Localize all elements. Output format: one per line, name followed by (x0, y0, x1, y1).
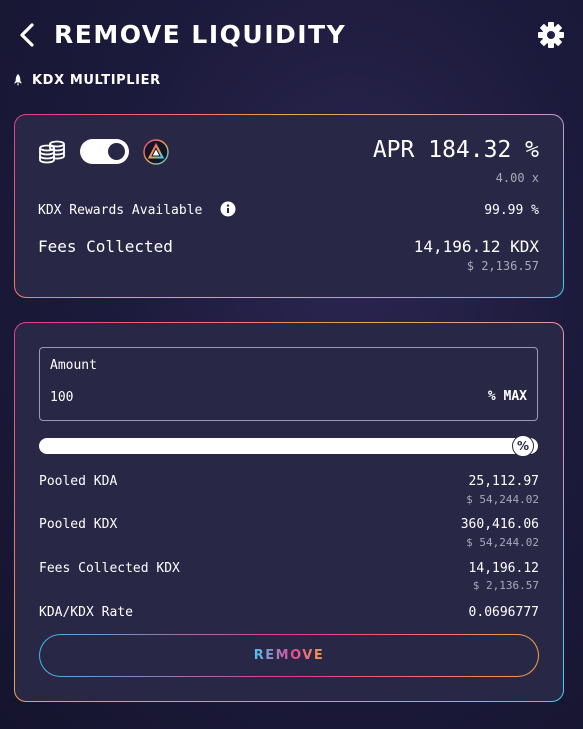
max-button[interactable]: % MAX (488, 389, 527, 404)
pooled-kda-label: Pooled KDA (39, 474, 118, 489)
pooled-kda-value: 25,112.97 (468, 474, 539, 489)
fees-collected-kdx-usd: $ 2,136.57 (472, 579, 539, 592)
rewards-available-value: 99.99 % (484, 203, 539, 218)
fees-collected-kdx-label: Fees Collected KDX (39, 561, 180, 576)
gear-icon (538, 22, 564, 48)
back-button[interactable] (14, 22, 40, 48)
multiplier-toggle[interactable] (80, 139, 129, 164)
page-title: REMOVE LIQUIDITY (54, 20, 347, 49)
amount-slider[interactable]: % (39, 435, 538, 457)
remove-button[interactable]: REMOVE (39, 634, 539, 677)
fees-collected-kdx-value: 14,196.12 (468, 561, 539, 576)
fees-collected-value: 14,196.12 KDX (413, 237, 539, 256)
info-icon[interactable] (220, 201, 236, 217)
remove-button-label: REMOVE (253, 648, 325, 663)
slider-thumb[interactable]: % (512, 435, 534, 457)
rewards-card: APR 184.32 % 4.00 x KDX Rewards Availabl… (14, 114, 564, 298)
rate-value: 0.0696777 (468, 605, 539, 620)
toggle-knob (108, 143, 125, 160)
pooled-kdx-value: 360,416.06 (460, 517, 539, 532)
fees-collected-usd: $ 2,136.57 (466, 259, 539, 273)
amount-label: Amount (50, 358, 97, 373)
apr-value: APR 184.32 % (372, 137, 539, 163)
multiplier-subheader: KDX MULTIPLIER (12, 70, 161, 90)
rocket-icon (14, 74, 22, 86)
back-chevron-icon (20, 23, 34, 47)
multiplier-value: 4.00 x (495, 171, 539, 185)
pooled-kda-usd: $ 54,244.02 (466, 493, 539, 506)
page-header: REMOVE LIQUIDITY (0, 0, 583, 70)
pooled-kdx-usd: $ 54,244.02 (466, 536, 539, 549)
amount-field[interactable]: Amount % MAX (39, 347, 538, 421)
kaddex-logo-icon (143, 139, 169, 165)
settings-button[interactable] (537, 21, 565, 49)
fees-collected-label: Fees Collected (38, 237, 173, 256)
multiplier-label: KDX MULTIPLIER (32, 72, 161, 88)
amount-input[interactable] (50, 386, 380, 408)
rate-label: KDA/KDX Rate (39, 605, 133, 620)
coin-stack-icon (39, 140, 65, 164)
rewards-available-label: KDX Rewards Available (38, 203, 203, 218)
remove-liquidity-card: Amount % MAX % Pooled KDA 25,112.97 $ 54… (14, 322, 564, 702)
pooled-kdx-label: Pooled KDX (39, 517, 118, 532)
